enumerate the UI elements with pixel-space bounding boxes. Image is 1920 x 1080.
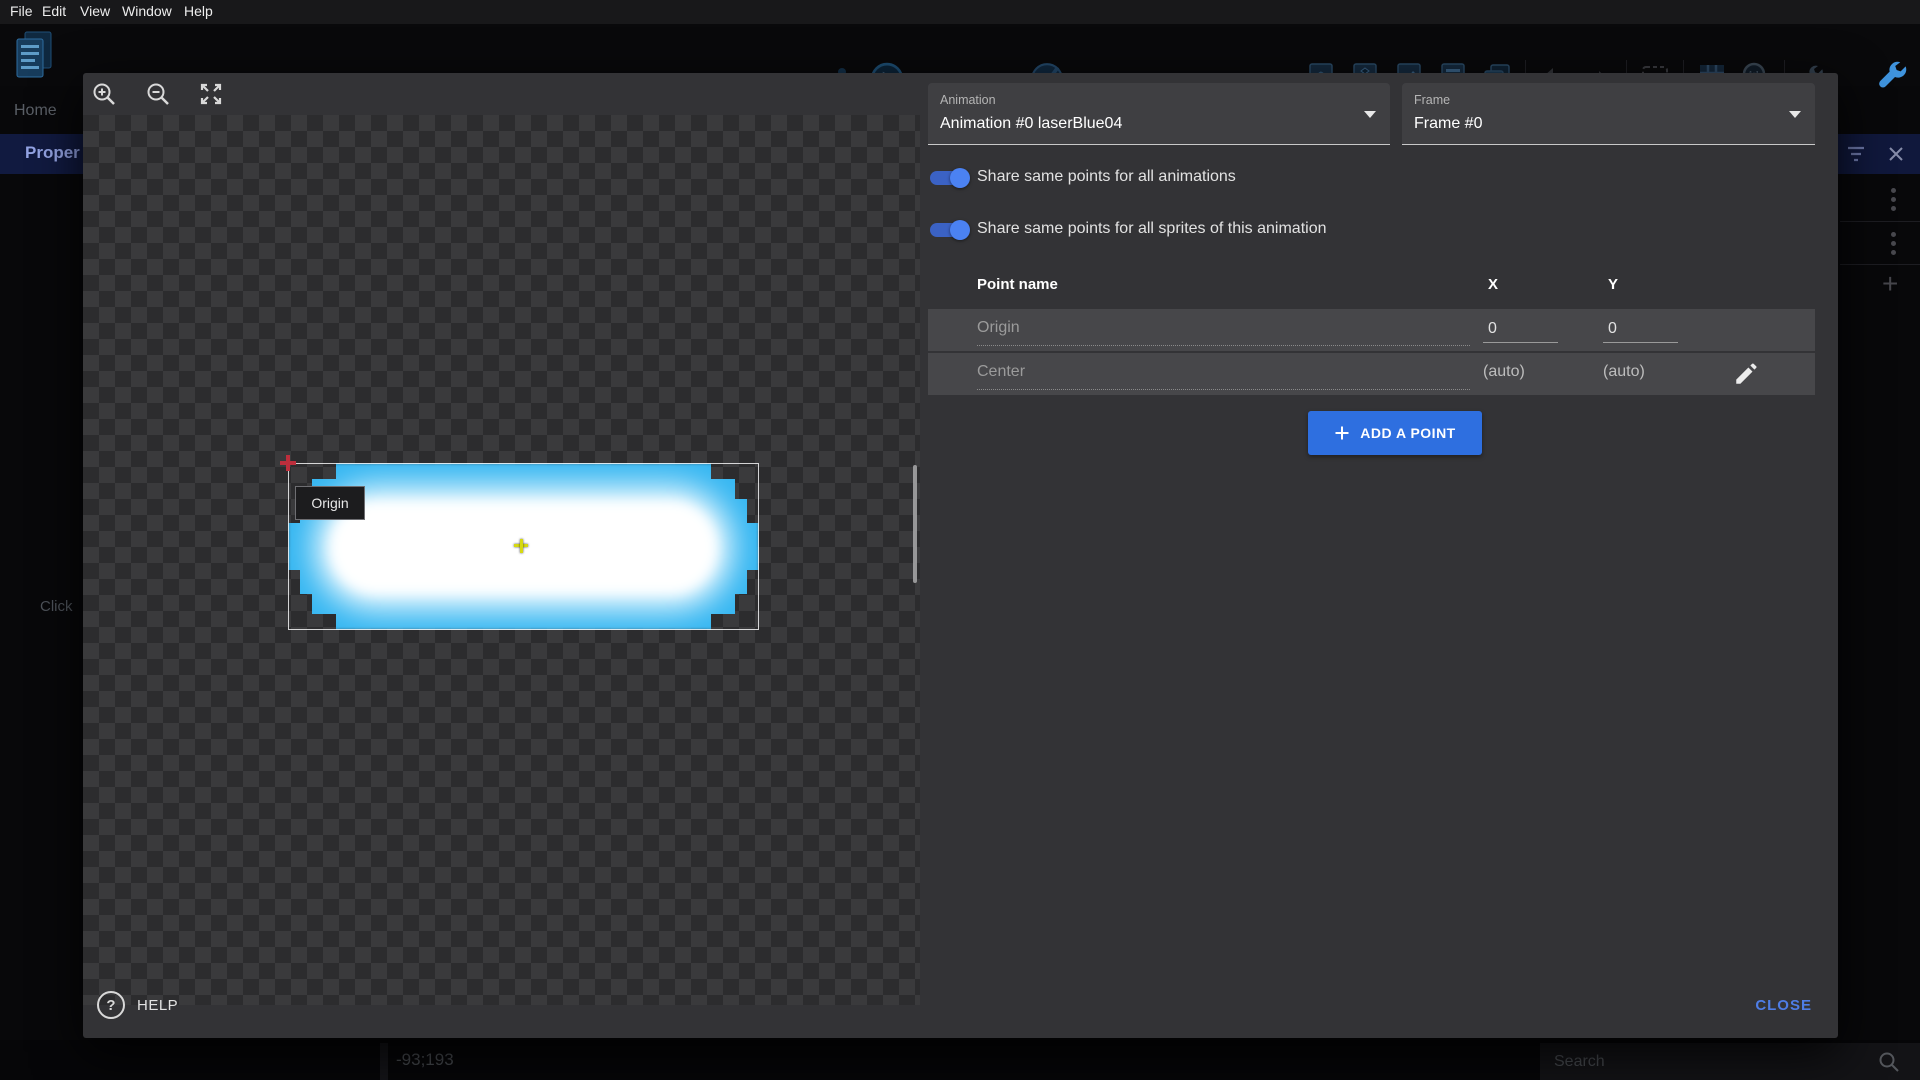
share-points-all-sprites-toggle[interactable] (930, 220, 984, 240)
column-header-y: Y (1608, 276, 1618, 293)
properties-panel-header (1838, 134, 1920, 174)
status-bar: -93;193 (0, 1040, 1920, 1080)
close-x-icon[interactable] (1888, 146, 1904, 162)
row-separator (1840, 264, 1920, 265)
plus-icon (1334, 425, 1350, 441)
status-divider (380, 1043, 388, 1080)
help-label: HELP (137, 997, 178, 1014)
origin-tooltip: Origin (295, 486, 365, 520)
origin-x-input[interactable] (1483, 316, 1558, 343)
share-points-all-animations-label: Share same points for all animations (977, 168, 1236, 186)
sprite-image[interactable]: Origin (288, 463, 759, 630)
add-a-point-button[interactable]: ADD A POINT (1308, 411, 1482, 455)
zoom-in-icon[interactable] (91, 81, 117, 107)
menu-edit[interactable]: Edit (42, 3, 66, 19)
cursor-coordinates: -93;193 (396, 1050, 454, 1070)
app-window: File Edit View Window Help PREVIEW (0, 0, 1920, 1080)
properties-tab-label: Proper (25, 143, 80, 163)
share-points-all-animations-toggle[interactable] (930, 168, 984, 188)
kebab-menu-icon[interactable] (1891, 188, 1896, 193)
background-hint-text: Click (40, 598, 73, 615)
frame-select[interactable]: Frame Frame #0 (1402, 83, 1815, 145)
filter-icon[interactable] (1846, 146, 1866, 162)
table-row-origin: Origin (928, 309, 1815, 351)
menu-bar: File Edit View Window Help (0, 0, 1920, 24)
kebab-menu-icon[interactable] (1891, 232, 1896, 237)
close-button[interactable]: CLOSE (1755, 997, 1812, 1014)
settings-wrench-icon[interactable] (1874, 56, 1914, 96)
frame-select-value: Frame #0 (1414, 115, 1482, 133)
animation-select[interactable]: Animation Animation #0 laserBlue04 (928, 83, 1390, 145)
help-button[interactable]: ? HELP (97, 988, 178, 1022)
center-y-value: (auto) (1603, 363, 1645, 381)
project-manager-icon[interactable] (14, 30, 54, 80)
origin-y-input[interactable] (1603, 316, 1678, 343)
sprite-preview-canvas[interactable]: Origin (83, 115, 920, 1005)
add-row-plus-icon[interactable]: + (1882, 272, 1898, 296)
zoom-out-icon[interactable] (145, 81, 171, 107)
edit-pencil-icon[interactable] (1733, 361, 1759, 387)
menu-window[interactable]: Window (122, 3, 172, 19)
chevron-down-icon (1789, 111, 1801, 118)
search-input[interactable] (1552, 1049, 1856, 1075)
center-name-underline (977, 389, 1470, 390)
center-x-value: (auto) (1483, 363, 1525, 381)
origin-tooltip-label: Origin (311, 495, 348, 511)
preview-scrollbar[interactable] (913, 465, 917, 583)
share-points-all-sprites-label: Share same points for all sprites of thi… (977, 220, 1327, 238)
animation-select-value: Animation #0 laserBlue04 (940, 115, 1122, 133)
menu-view[interactable]: View (80, 3, 110, 19)
help-icon: ? (97, 991, 125, 1019)
point-name-center: Center (977, 363, 1025, 381)
row-separator (1840, 221, 1920, 222)
fit-to-screen-icon[interactable] (198, 81, 224, 107)
column-header-point-name: Point name (977, 276, 1058, 293)
table-row-center: Center (auto) (auto) (928, 353, 1815, 395)
menu-help[interactable]: Help (184, 3, 213, 19)
animation-select-label: Animation (940, 93, 996, 107)
frame-select-label: Frame (1414, 93, 1450, 107)
add-a-point-label: ADD A POINT (1360, 425, 1455, 441)
point-name-origin: Origin (977, 319, 1020, 337)
menu-file[interactable]: File (10, 3, 33, 19)
tab-home[interactable]: Home (14, 102, 57, 120)
edit-points-dialog: Origin Animation Animation #0 laserBlue0… (83, 73, 1838, 1038)
search-icon (1878, 1051, 1900, 1073)
origin-name-underline (977, 345, 1470, 346)
search-bar (1540, 1043, 1920, 1080)
column-header-x: X (1488, 276, 1498, 293)
tab-properties[interactable]: Proper (0, 134, 84, 174)
chevron-down-icon (1364, 111, 1376, 118)
